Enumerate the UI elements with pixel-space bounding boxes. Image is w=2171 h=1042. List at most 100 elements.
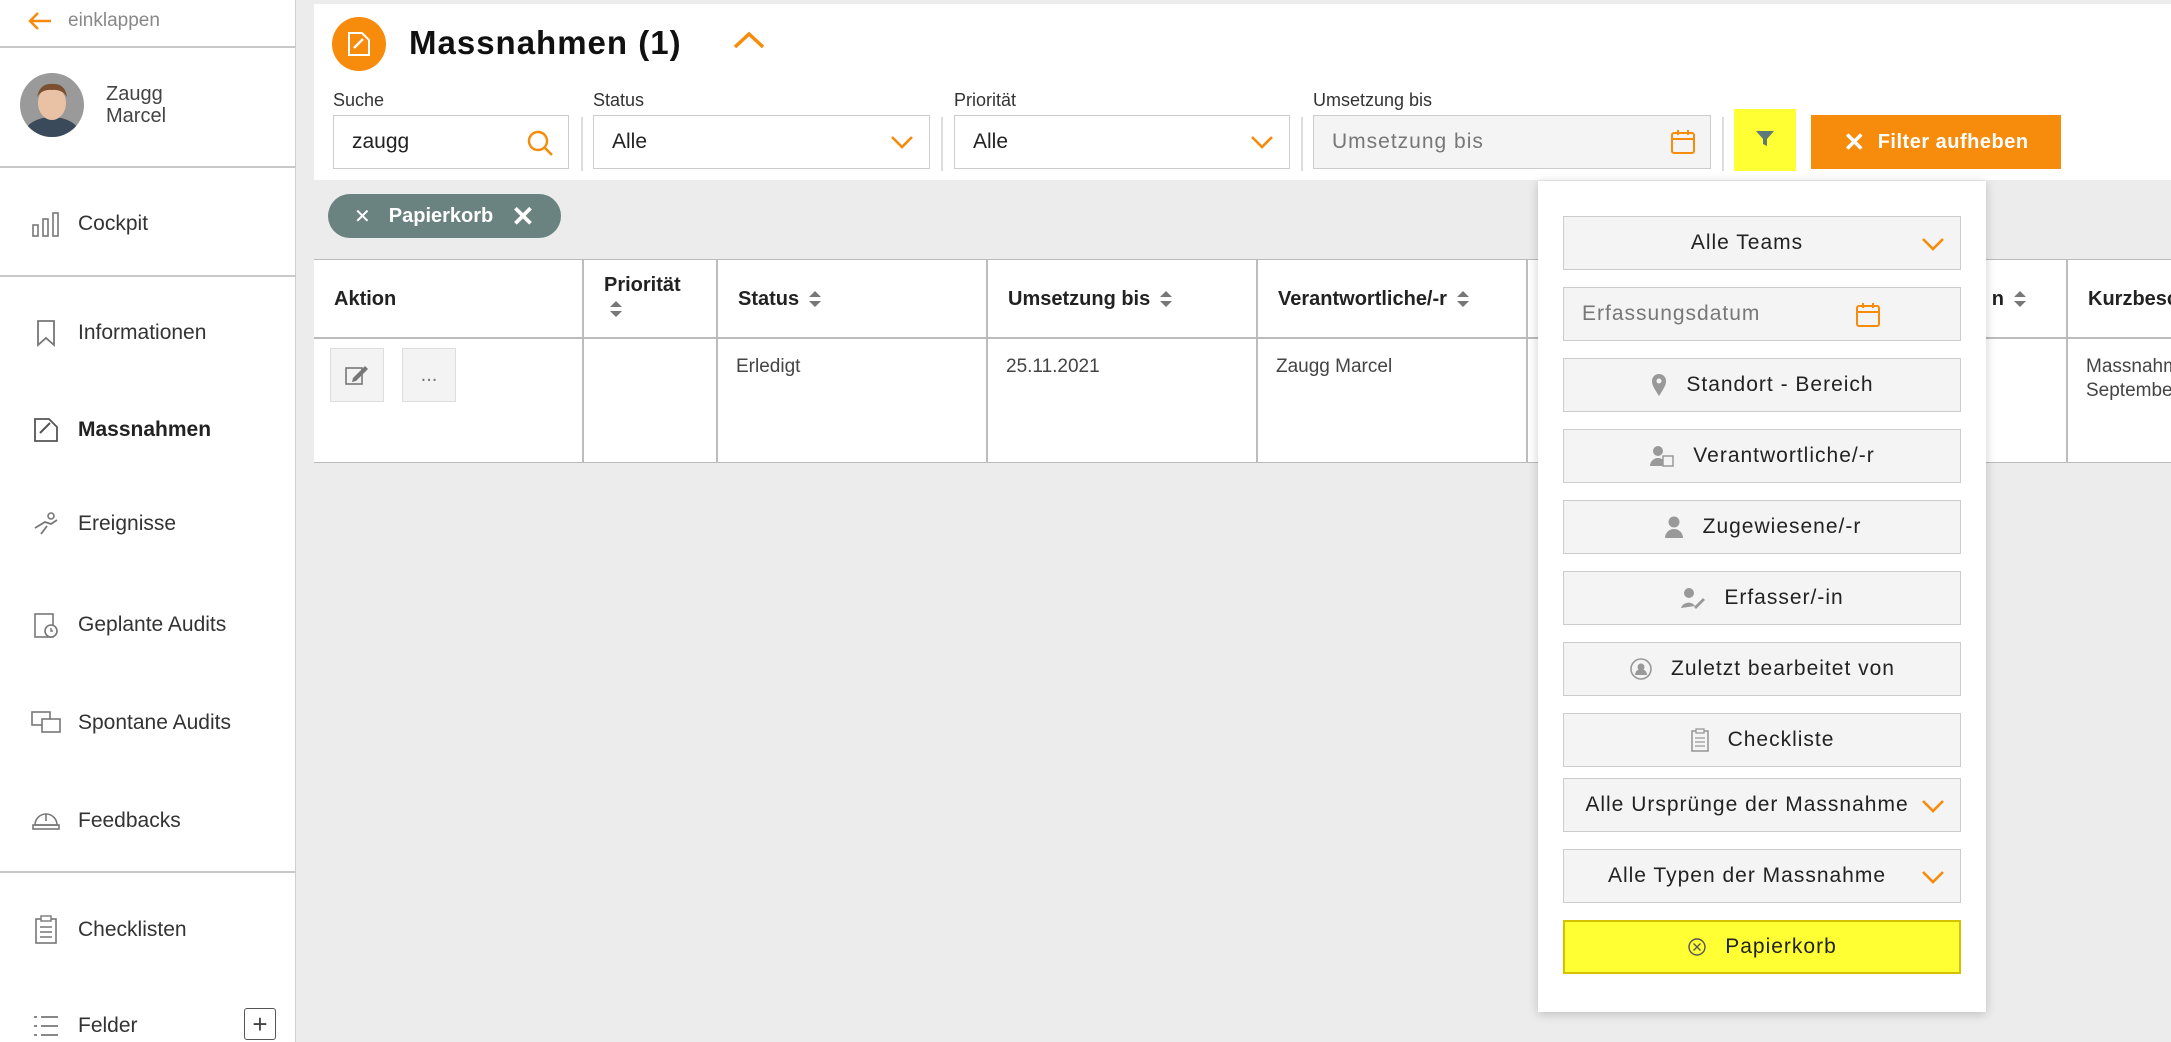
more-options-button[interactable]: ... bbox=[402, 348, 456, 402]
table-cell-umsetzung-bis: 25.11.2021 bbox=[988, 339, 1258, 463]
last-edited-filter-button[interactable]: Zuletzt bearbeitet von bbox=[1563, 642, 1961, 696]
page-header: Massnahmen (1) bbox=[314, 4, 2171, 82]
date-label: Umsetzung bis bbox=[1313, 90, 1433, 110]
sidebar-item-geplante-audits[interactable]: Geplante Audits bbox=[30, 605, 226, 645]
search-label: Suche bbox=[333, 90, 385, 110]
status-value: Erledigt bbox=[736, 356, 801, 377]
divider bbox=[1722, 117, 1724, 171]
status-value: Alle bbox=[612, 130, 648, 153]
close-icon[interactable]: ✕ bbox=[354, 204, 371, 229]
measures-icon bbox=[30, 414, 62, 446]
clear-filter-button[interactable]: ✕ Filter aufheben bbox=[1811, 115, 2061, 169]
teams-select[interactable]: Alle Teams bbox=[1563, 216, 1961, 270]
responsible-value: Zaugg Marcel bbox=[1276, 356, 1393, 377]
sidebar-item-spontane-audits[interactable]: Spontane Audits bbox=[30, 703, 231, 743]
plus-icon: + bbox=[252, 1008, 268, 1039]
clipboard-clock-icon bbox=[30, 609, 62, 641]
sidebar-item-felder[interactable]: Felder bbox=[30, 1006, 138, 1042]
clear-filter-label: Filter aufheben bbox=[1877, 130, 2029, 153]
column-header-label: Priorität bbox=[604, 274, 681, 296]
sidebar-item-cockpit[interactable]: Cockpit bbox=[30, 204, 148, 244]
sidebar-item-informationen[interactable]: Informationen bbox=[30, 313, 206, 353]
table-cell-prioritaet bbox=[584, 339, 718, 463]
sidebar-item-massnahmen[interactable]: Massnahmen bbox=[30, 410, 211, 450]
sidebar-item-ereignisse[interactable]: Ereignisse bbox=[30, 504, 176, 544]
user-first-name: Zaugg bbox=[106, 83, 163, 105]
chip-label: Papierkorb bbox=[388, 204, 494, 227]
priority-select[interactable]: Alle bbox=[954, 115, 1290, 169]
responsible-filter-button[interactable]: Verantwortliche/-r bbox=[1563, 429, 1961, 483]
sidebar: einklappen Zaugg Marcel Cockpit Informat… bbox=[0, 0, 296, 1042]
types-select[interactable]: Alle Typen der Massnahme bbox=[1563, 849, 1961, 903]
origins-select[interactable]: Alle Ursprünge der Massnahme bbox=[1563, 778, 1961, 832]
list-icon bbox=[30, 1010, 62, 1042]
sidebar-item-label: Spontane Audits bbox=[78, 711, 231, 734]
chevron-down-icon bbox=[889, 129, 915, 161]
calendar-icon[interactable] bbox=[1855, 302, 1881, 334]
creator-label: Erfasser/-in bbox=[1724, 586, 1844, 609]
collapse-label: einklappen bbox=[68, 10, 160, 31]
table-cell-verantwortliche: Zaugg Marcel bbox=[1258, 339, 1528, 463]
due-date-placeholder: Umsetzung bis bbox=[1332, 130, 1484, 153]
sort-icon bbox=[1456, 291, 1469, 307]
description-line: Massnahm bbox=[2086, 356, 2171, 377]
column-header-label: Status bbox=[738, 287, 800, 310]
column-header-status[interactable]: Status bbox=[718, 260, 988, 338]
location-filter-button[interactable]: Standort - Bereich bbox=[1563, 358, 1961, 412]
chevron-down-icon bbox=[1920, 865, 1946, 895]
filter-chip-papierkorb[interactable]: ✕ Papierkorb ✕ bbox=[328, 194, 561, 238]
user-card-icon bbox=[1649, 444, 1675, 468]
origins-value: Alle Ursprünge der Massnahme bbox=[1585, 793, 1909, 816]
capture-date-placeholder: Erfassungsdatum bbox=[1582, 302, 1761, 325]
capture-date-input[interactable]: Erfassungsdatum bbox=[1563, 287, 1961, 341]
add-field-button[interactable]: + bbox=[244, 1008, 276, 1040]
trash-filter-button[interactable]: Papierkorb bbox=[1563, 920, 1961, 974]
chat-bubbles-icon bbox=[30, 707, 62, 739]
user-circle-icon bbox=[1629, 657, 1653, 681]
checklist-filter-button[interactable]: Checkliste bbox=[1563, 713, 1961, 767]
due-value: 25.11.2021 bbox=[1006, 356, 1100, 377]
sort-icon bbox=[1160, 291, 1173, 307]
due-date-input[interactable]: Umsetzung bis bbox=[1313, 115, 1711, 169]
bookmark-icon bbox=[30, 317, 62, 349]
edit-icon bbox=[345, 366, 368, 385]
column-header-umsetzung-bis[interactable]: Umsetzung bis bbox=[988, 260, 1258, 338]
avatar bbox=[20, 73, 84, 137]
assigned-label: Zugewiesene/-r bbox=[1702, 515, 1862, 538]
teams-value: Alle Teams bbox=[1690, 231, 1804, 254]
divider bbox=[581, 117, 583, 171]
sort-icon bbox=[610, 301, 622, 317]
incident-icon bbox=[30, 508, 62, 540]
sidebar-item-label: Feedbacks bbox=[78, 809, 181, 832]
status-select[interactable]: Alle bbox=[593, 115, 930, 169]
user-profile[interactable]: Zaugg Marcel bbox=[20, 73, 166, 137]
sidebar-item-feedbacks[interactable]: Feedbacks bbox=[30, 801, 181, 841]
last-edited-label: Zuletzt bearbeitet von bbox=[1671, 657, 1895, 680]
collapse-button[interactable]: einklappen bbox=[28, 6, 160, 36]
search-icon[interactable] bbox=[526, 129, 554, 163]
divider bbox=[0, 166, 296, 168]
column-header-prioritaet[interactable]: Priorität bbox=[584, 260, 718, 338]
arrow-left-icon bbox=[28, 12, 51, 30]
column-header-kurzbeschreibung[interactable]: Kurzbesc bbox=[2068, 260, 2171, 338]
page-title: Massnahmen (1) bbox=[409, 24, 682, 61]
column-header-label: n bbox=[1991, 287, 2004, 310]
filter-toggle-button[interactable] bbox=[1734, 109, 1796, 171]
search-input[interactable]: zaugg bbox=[333, 115, 569, 169]
clipboard-icon bbox=[1690, 728, 1710, 752]
table-cell-kurzbeschreibung: Massnahm Septembe bbox=[2068, 339, 2171, 463]
calendar-icon[interactable] bbox=[1670, 129, 1696, 161]
chevron-down-icon bbox=[1920, 232, 1946, 262]
table-cell-status: Erledigt bbox=[718, 339, 988, 463]
divider bbox=[941, 117, 943, 171]
assigned-filter-button[interactable]: Zugewiesene/-r bbox=[1563, 500, 1961, 554]
divider bbox=[0, 46, 296, 48]
more-label: ... bbox=[420, 363, 438, 386]
chevron-up-icon[interactable] bbox=[732, 30, 766, 55]
location-pin-icon bbox=[1650, 373, 1668, 397]
sidebar-item-checklisten[interactable]: Checklisten bbox=[30, 910, 187, 950]
column-header-verantwortliche[interactable]: Verantwortliche/-r bbox=[1258, 260, 1528, 338]
creator-filter-button[interactable]: Erfasser/-in bbox=[1563, 571, 1961, 625]
edit-button[interactable] bbox=[330, 348, 384, 402]
remove-chip-icon[interactable]: ✕ bbox=[511, 200, 534, 233]
